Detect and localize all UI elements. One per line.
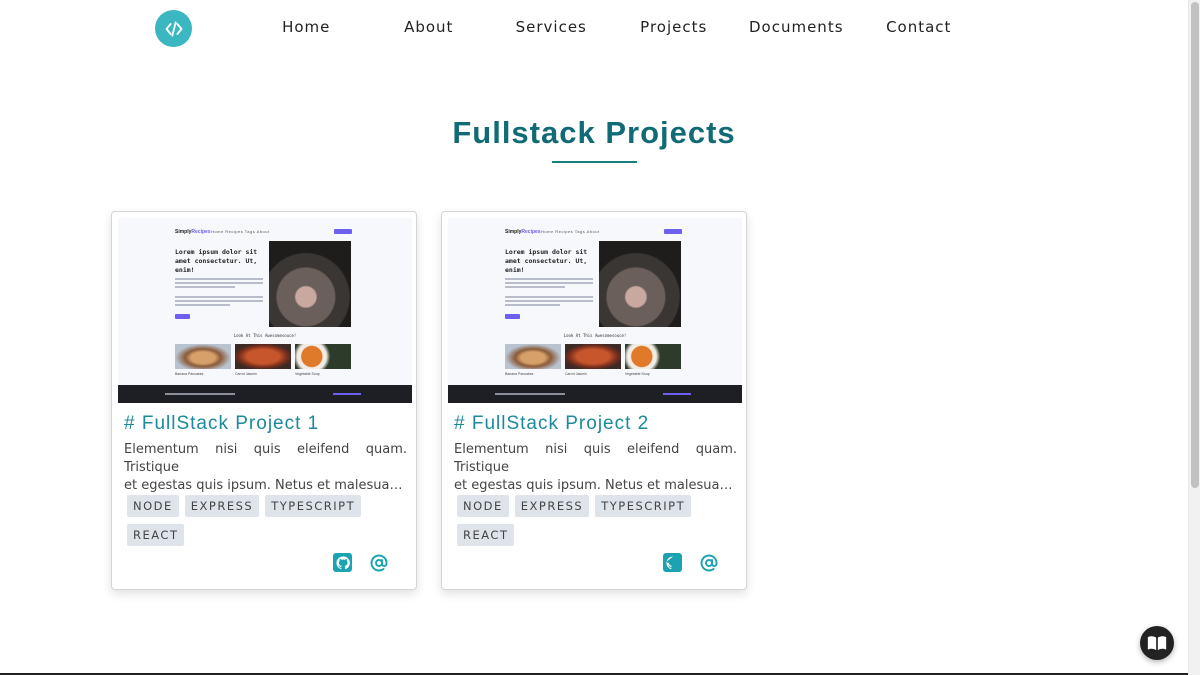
code-icon (165, 20, 182, 37)
nav-link-documents[interactable]: Documents (735, 18, 858, 36)
nav-link-contact[interactable]: Contact (858, 18, 981, 36)
nav-link-about[interactable]: About (368, 18, 491, 36)
at-icon[interactable] (699, 553, 718, 572)
floating-docs-button[interactable] (1140, 626, 1174, 660)
github-icon[interactable] (663, 553, 682, 572)
thumb-footer-text (165, 393, 235, 395)
thumb-hero-button (505, 314, 520, 319)
title-underline (552, 161, 637, 163)
scrollbar-thumb[interactable] (1191, 2, 1199, 488)
thumb-food-label: Banana Pancakes (175, 372, 204, 376)
thumb-text-line (505, 278, 593, 280)
project-description: Elementum nisi quis eleifend quam. Trist… (454, 441, 737, 495)
thumb-food-image (235, 344, 291, 369)
project-card: SimplyRecipes Home Recipes Tags About Lo… (111, 211, 417, 590)
thumb-food-label: Vegetable Soup (295, 372, 320, 376)
tag: TYPESCRIPT (265, 495, 362, 517)
nav-links: Home About Services Projects Documents C… (245, 18, 980, 36)
project-links (663, 553, 718, 572)
thumb-text-line (505, 304, 560, 306)
thumb-hero-button (175, 314, 190, 319)
thumb-text-line (505, 296, 593, 298)
thumb-footer-text (495, 393, 565, 395)
project-description: Elementum nisi quis eleifend quam. Trist… (124, 441, 407, 495)
thumb-text-line (175, 282, 263, 284)
thumb-button (664, 229, 682, 234)
thumb-food-label: Carrot Jasmin (565, 372, 587, 376)
tag-list: NODE EXPRESS TYPESCRIPT REACT (127, 495, 407, 553)
thumb-subheading: Look At This Awesomesouce! (233, 333, 297, 338)
thumb-food-image (565, 344, 621, 369)
thumb-text-line (175, 300, 263, 302)
project-thumbnail[interactable]: SimplyRecipes Home Recipes Tags About Lo… (448, 218, 742, 403)
project-links (333, 553, 388, 572)
thumb-text-line (505, 282, 593, 284)
description-line: Elementum nisi quis eleifend quam. Trist… (454, 442, 737, 475)
thumb-subheading: Look At This Awesomesouce! (563, 333, 627, 338)
thumb-brand: SimplyRecipes (505, 229, 541, 235)
description-line: et egestas quis ipsum. Netus et malesuad… (454, 478, 737, 493)
tag: NODE (127, 495, 179, 517)
nav-link-home[interactable]: Home (245, 18, 368, 36)
project-thumbnail[interactable]: SimplyRecipes Home Recipes Tags About Lo… (118, 218, 412, 403)
project-card: SimplyRecipes Home Recipes Tags About Lo… (441, 211, 747, 590)
thumb-hero-heading: Lorem ipsum dolor sit amet consectetur. … (505, 248, 588, 274)
tag-list: NODE EXPRESS TYPESCRIPT REACT (457, 495, 737, 553)
navbar: Home About Services Projects Documents C… (0, 0, 1188, 58)
thumb-hero-image (599, 241, 681, 327)
project-title: # FullStack Project 2 (454, 413, 650, 434)
thumb-food-image (505, 344, 561, 369)
thumb-food-image (175, 344, 231, 369)
thumb-food-image (295, 344, 351, 369)
thumb-text-line (505, 286, 565, 288)
project-title: # FullStack Project 1 (124, 413, 320, 434)
nav-link-services[interactable]: Services (490, 18, 613, 36)
thumb-button (334, 229, 352, 234)
thumb-food-label: Banana Pancakes (505, 372, 534, 376)
tag: EXPRESS (514, 495, 590, 517)
tag: EXPRESS (184, 495, 260, 517)
section-title: Fullstack Projects (452, 115, 736, 150)
at-icon[interactable] (369, 553, 388, 572)
thumb-food-label: Carrot Jasmin (235, 372, 257, 376)
thumb-food-label: Vegetable Soup (625, 372, 650, 376)
thumb-hero-heading: Lorem ipsum dolor sit amet consectetur. … (175, 248, 258, 274)
description-line: et egestas quis ipsum. Netus et malesuad… (124, 478, 407, 493)
thumb-text-line (175, 286, 235, 288)
thumb-brand: SimplyRecipes (175, 229, 211, 235)
thumb-nav: Home Recipes Tags About (211, 229, 270, 234)
thumb-footer-link (333, 393, 361, 395)
tag: REACT (127, 524, 185, 546)
tag: NODE (457, 495, 509, 517)
thumb-footer-link (663, 393, 691, 395)
description-line: Elementum nisi quis eleifend quam. Trist… (124, 442, 407, 475)
thumb-text-line (505, 300, 593, 302)
thumb-text-line (175, 304, 230, 306)
thumb-hero-image (269, 241, 351, 327)
tag: TYPESCRIPT (595, 495, 692, 517)
thumb-footer (448, 385, 742, 403)
thumb-nav: Home Recipes Tags About (541, 229, 600, 234)
thumb-text-line (175, 278, 263, 280)
thumb-food-image (625, 344, 681, 369)
book-icon (1147, 636, 1167, 651)
scrollbar[interactable] (1188, 0, 1200, 675)
nav-link-projects[interactable]: Projects (613, 18, 736, 36)
tag: REACT (457, 524, 515, 546)
github-icon[interactable] (333, 553, 352, 572)
logo[interactable] (155, 10, 192, 47)
thumb-text-line (175, 296, 263, 298)
thumb-footer (118, 385, 412, 403)
